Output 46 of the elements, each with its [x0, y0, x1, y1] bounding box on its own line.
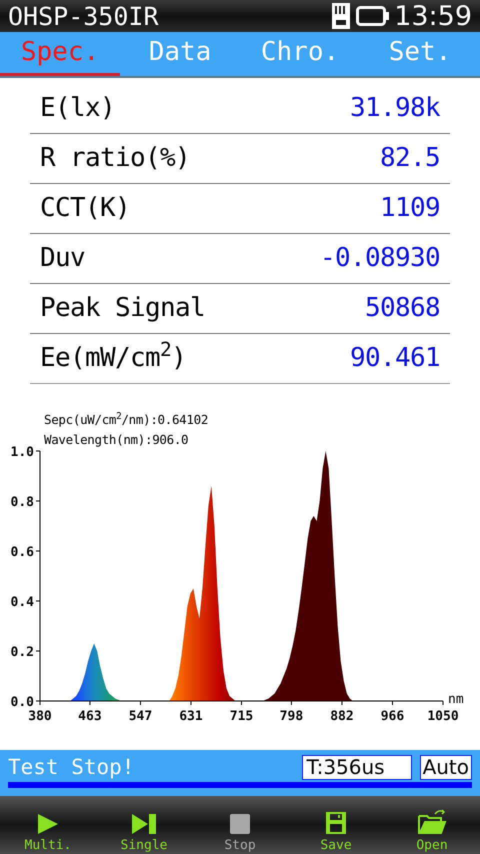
toolbar-button[interactable]: Multi.	[0, 796, 96, 854]
exposure-field[interactable]: T:356us	[302, 754, 412, 780]
x-tick-label: 631	[179, 709, 203, 724]
x-tick-label: 380	[28, 709, 52, 724]
mode-field[interactable]: Auto	[420, 754, 472, 780]
battery-icon	[356, 5, 390, 27]
y-tick-label: 0.2	[10, 645, 34, 660]
play-icon	[37, 813, 59, 835]
measurement-label: Ee(mW/cm$^{2}$)	[40, 339, 186, 375]
measurement-value: 50868	[364, 292, 440, 325]
y-tick-label: 0.0	[10, 695, 34, 710]
sd-card-icon	[330, 3, 352, 29]
x-tick-label: 547	[128, 709, 152, 724]
y-tick-label: 0.8	[10, 495, 34, 510]
measurement-value: 82.5	[380, 142, 440, 175]
y-tick-label: 0.4	[10, 595, 34, 610]
measurement-value: 1109	[380, 192, 440, 225]
measurement-value: 90.461	[350, 342, 440, 375]
save-icon	[325, 811, 347, 835]
measurement-label: E(lx)	[40, 92, 116, 125]
x-tick-label: 966	[380, 709, 404, 724]
device-title: OHSP-350IR	[8, 4, 159, 28]
x-tick-label: 798	[280, 709, 304, 724]
measurement-label: R ratio(%)	[40, 142, 190, 175]
y-tick-label: 0.6	[10, 545, 34, 560]
toolbar-button[interactable]: Save	[288, 796, 384, 854]
x-tick-label: 463	[78, 709, 102, 724]
toolbar-button[interactable]: Single	[96, 796, 192, 854]
measurement-label: CCT(K)	[40, 192, 130, 225]
measurement-value: 31.98k	[350, 92, 440, 125]
status-message: Test Stop!	[8, 756, 136, 778]
clock-time: 13:59	[394, 2, 472, 30]
skip-forward-icon	[131, 813, 157, 835]
spectrum-readout: Wavelength(nm):906.0	[44, 434, 188, 446]
measurement-label: Peak Signal	[40, 292, 206, 325]
y-tick-label: 1.0	[10, 445, 34, 460]
stop-icon	[229, 813, 251, 835]
toolbar-button[interactable]: Open	[384, 796, 480, 854]
x-tick-label: 882	[330, 709, 354, 724]
x-axis-label: nm	[448, 692, 464, 707]
folder-icon	[417, 809, 447, 835]
x-tick-label: 1050	[427, 709, 459, 724]
x-tick-label: 715	[230, 709, 254, 724]
spectrum-readout: Sepc(uW/cm$^{2}$/nm):0.64102	[44, 414, 208, 426]
measurement-value: -0.08930	[320, 242, 440, 275]
measurement-label: Duv	[40, 242, 86, 275]
